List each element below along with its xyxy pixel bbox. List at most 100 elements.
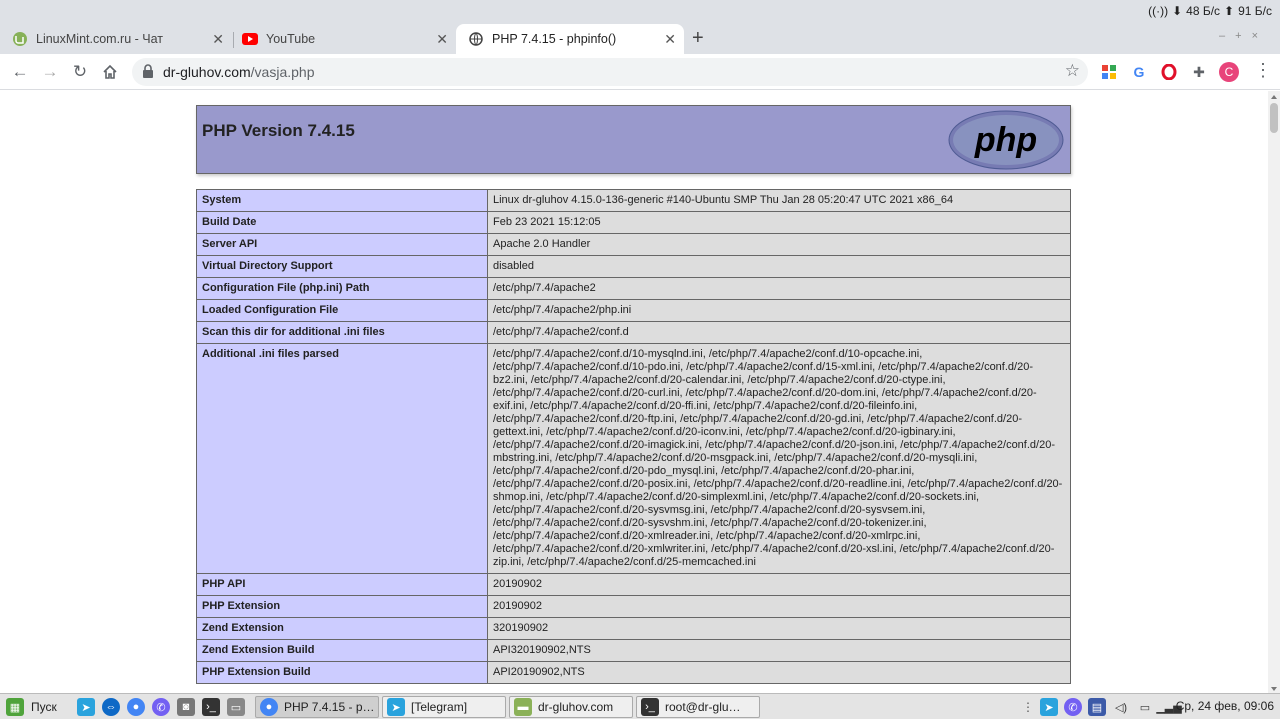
tab-linuxmint[interactable]: LinuxMint.com.ru - Чат ✕: [12, 24, 232, 54]
back-button[interactable]: ←: [8, 60, 32, 84]
tab-label: YouTube: [266, 32, 316, 46]
address-bar[interactable]: dr-gluhov.com/vasja.php ☆: [132, 58, 1088, 86]
wifi-icon: ((·)): [1148, 4, 1169, 18]
teamviewer-launcher-icon[interactable]: ⇔: [102, 698, 120, 716]
tab-label: LinuxMint.com.ru - Чат: [36, 32, 164, 46]
info-value: /etc/php/7.4/apache2/conf.d/10-mysqlnd.i…: [487, 343, 1071, 574]
download-speed: 48 Б/с: [1186, 4, 1221, 18]
phpinfo-table: System Linux dr-gluhov 4.15.0-136-generic…: [196, 189, 1071, 684]
tab-label: PHP 7.4.15 - phpinfo(): [492, 32, 617, 46]
info-value: Linux dr-gluhov 4.15.0-136-generic #140-…: [487, 189, 1071, 212]
new-tab-button[interactable]: +: [692, 27, 704, 50]
bookmark-star-icon[interactable]: ☆: [1065, 61, 1080, 81]
info-row: Server API Apache 2.0 Handler: [196, 233, 1071, 256]
quick-launch: ➤ ⇔ ● ✆ ◙ ›_ ▭: [77, 696, 245, 718]
info-key: Loaded Configuration File: [196, 299, 488, 322]
info-value: API20190902,NTS: [487, 661, 1071, 684]
system-status-bar: ((·)) ⬇ 48 Б/с ⬆ 91 Б/с: [0, 0, 1280, 24]
info-key: Virtual Directory Support: [196, 255, 488, 278]
info-value: Apache 2.0 Handler: [487, 233, 1071, 256]
taskbar-window-files[interactable]: ▬ dr-gluhov.com: [509, 696, 633, 718]
profile-avatar[interactable]: C: [1219, 62, 1239, 82]
url-path: /vasja.php: [250, 64, 315, 80]
info-row: PHP Extension 20190902: [196, 595, 1071, 618]
info-key: Zend Extension Build: [196, 639, 488, 662]
taskbar: ▦ Пуск ➤ ⇔ ● ✆ ◙ ›_ ▭ ● PHP 7.4.15 - p… …: [0, 693, 1280, 719]
terminal-launcher-icon[interactable]: ›_: [202, 698, 220, 716]
translate-extension-icon[interactable]: G: [1129, 62, 1149, 82]
viber-launcher-icon[interactable]: ✆: [152, 698, 170, 716]
start-button[interactable]: ▦ Пуск: [6, 696, 57, 718]
tab-youtube[interactable]: YouTube ✕: [236, 24, 456, 54]
start-menu-icon: ▦: [6, 698, 24, 716]
upload-speed: 91 Б/с: [1238, 4, 1272, 18]
tab-divider: [233, 32, 234, 48]
puzzle-extensions-icon[interactable]: ✚: [1189, 62, 1209, 82]
taskbar-window-terminal[interactable]: ›_ root@dr-glu…: [636, 696, 760, 718]
info-row: System Linux dr-gluhov 4.15.0-136-generic…: [196, 189, 1071, 212]
home-button[interactable]: [98, 60, 122, 84]
arrow-left-icon: ←: [11, 62, 29, 81]
linuxmint-icon: [12, 31, 28, 47]
folder-icon: ▬: [514, 698, 532, 716]
kebab-menu-icon[interactable]: ⋮: [1254, 60, 1272, 81]
info-row: PHP API 20190902: [196, 573, 1071, 596]
scroll-down-icon[interactable]: [1271, 687, 1277, 691]
scrollbar-thumb[interactable]: [1270, 103, 1278, 133]
taskbar-window-label: root@dr-glu…: [665, 700, 741, 714]
screenshot-launcher-icon[interactable]: ◙: [177, 698, 195, 716]
us-flag-icon[interactable]: ▤: [1088, 698, 1106, 716]
youtube-icon: [242, 31, 258, 47]
info-key: Additional .ini files parsed: [196, 343, 488, 574]
terminal-icon: ›_: [641, 698, 659, 716]
telegram-launcher-icon[interactable]: ➤: [77, 698, 95, 716]
tab-phpinfo[interactable]: PHP 7.4.15 - phpinfo() ✕: [456, 24, 684, 54]
info-key: PHP Extension Build: [196, 661, 488, 684]
volume-icon[interactable]: ◁): [1112, 698, 1130, 716]
viber-tray-icon[interactable]: ✆: [1064, 698, 1082, 716]
info-value: /etc/php/7.4/apache2/php.ini: [487, 299, 1071, 322]
download-arrow-icon: ⬇: [1172, 4, 1183, 18]
info-value: 20190902: [487, 595, 1071, 618]
forward-button[interactable]: →: [38, 60, 62, 84]
info-row: Zend Extension 320190902: [196, 617, 1071, 640]
taskbar-clock[interactable]: Ср, 24 фев, 09:06: [1176, 699, 1274, 713]
info-value: 320190902: [487, 617, 1071, 640]
page-scrollbar[interactable]: [1268, 91, 1280, 693]
telegram-tray-icon[interactable]: ➤: [1040, 698, 1058, 716]
info-value: API320190902,NTS: [487, 639, 1071, 662]
info-value: Feb 23 2021 15:12:05: [487, 211, 1071, 234]
info-row: Virtual Directory Support disabled: [196, 255, 1071, 278]
php-logo: php: [948, 110, 1064, 170]
info-value: /etc/php/7.4/apache2: [487, 277, 1071, 300]
tab-strip: LinuxMint.com.ru - Чат ✕ YouTube ✕ PHP 7…: [0, 24, 1280, 54]
arrow-right-icon: →: [41, 62, 59, 81]
close-icon[interactable]: ✕: [664, 31, 676, 47]
close-icon[interactable]: ✕: [436, 31, 448, 47]
taskbar-window-label: dr-gluhov.com: [538, 700, 614, 714]
globe-icon: [468, 31, 484, 47]
scroll-up-icon[interactable]: [1271, 95, 1277, 99]
show-desktop-icon[interactable]: ▭: [227, 698, 245, 716]
info-row: Build Date Feb 23 2021 15:12:05: [196, 211, 1071, 234]
info-key: PHP Extension: [196, 595, 488, 618]
display-icon[interactable]: ▭: [1136, 698, 1154, 716]
info-value: /etc/php/7.4/apache2/conf.d: [487, 321, 1071, 344]
php-logo-text: php: [974, 121, 1037, 159]
close-icon[interactable]: ✕: [212, 31, 224, 47]
window-controls[interactable]: –+×: [1219, 30, 1268, 42]
info-row: Configuration File (php.ini) Path/etc/ph…: [196, 277, 1071, 300]
apps-extension-icon[interactable]: [1099, 62, 1119, 82]
taskbar-window-chrome[interactable]: ● PHP 7.4.15 - p…: [255, 696, 379, 718]
info-row: Scan this dir for additional .ini files /…: [196, 321, 1071, 344]
telegram-icon: ➤: [387, 698, 405, 716]
taskbar-window-telegram[interactable]: ➤ [Telegram]: [382, 696, 506, 718]
php-version-title: PHP Version 7.4.15: [202, 121, 355, 140]
tray-handle-icon: ⋮: [1022, 700, 1034, 714]
reload-button[interactable]: ↻: [68, 60, 92, 84]
info-row: Zend Extension Build API320190902,NTS: [196, 639, 1071, 662]
lock-icon: [142, 64, 154, 83]
chrome-launcher-icon[interactable]: ●: [127, 698, 145, 716]
info-key: Scan this dir for additional .ini files: [196, 321, 488, 344]
opera-extension-icon[interactable]: [1159, 62, 1179, 82]
